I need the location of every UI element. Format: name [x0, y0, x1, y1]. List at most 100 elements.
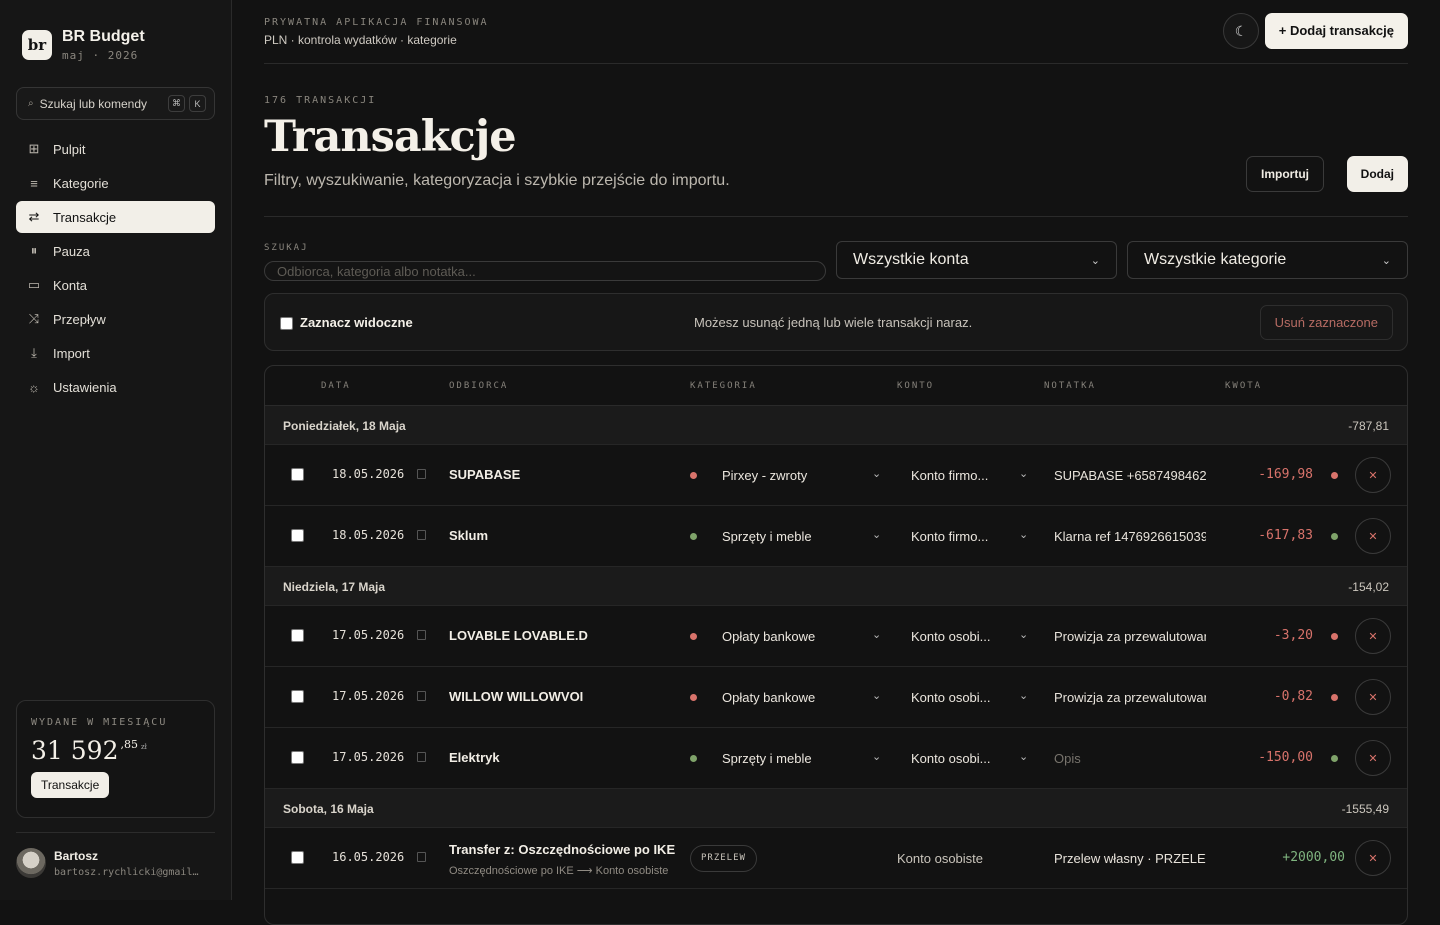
category-filter-select[interactable]: Wszystkie kategorie ⌄ [1127, 241, 1408, 279]
sidebar-item-przepływ[interactable]: ⤨ Przepływ [16, 303, 215, 335]
chevron-down-icon[interactable]: ⌄ [872, 628, 881, 641]
sidebar-item-ustawienia[interactable]: ☼ Ustawienia [16, 371, 215, 403]
command-search-label: Szukaj lub komendy [39, 96, 147, 111]
row-date[interactable]: 18.05.2026 [332, 467, 404, 481]
select-visible-label[interactable]: Zaznacz widoczne [300, 315, 413, 330]
main-content: PRYWATNA APLIKACJA FINANSOWA PLN · kontr… [264, 0, 1408, 925]
row-checkbox[interactable] [291, 529, 304, 542]
row-account-select[interactable]: Konto firmo... [911, 529, 988, 544]
close-icon: ✕ [1368, 469, 1378, 482]
sidebar-item-pauza[interactable]: ⏸ Pauza [16, 235, 215, 267]
row-note-input[interactable]: Klarna ref 1476926615039 [1054, 529, 1206, 544]
row-checkbox[interactable] [291, 629, 304, 642]
calendar-icon[interactable] [417, 852, 426, 862]
sidebar-nav: ⊞ Pulpit ≡ Kategorie ⇄ Transakcje ⏸ Pauza ▭ Konta… [16, 133, 215, 405]
grid-icon: ⊞ [28, 141, 40, 156]
close-icon: ✕ [1368, 752, 1378, 765]
spent-amount-dec: ,85 [120, 738, 138, 751]
account-filter-select[interactable]: Wszystkie konta ⌄ [836, 241, 1117, 279]
import-button[interactable]: Importuj [1246, 156, 1324, 192]
search-input[interactable] [264, 261, 826, 281]
date-group-header: Poniedziałek, 18 Maja -787,81 [265, 406, 1407, 445]
row-account-select[interactable]: Konto osobi... [911, 629, 991, 644]
row-account-select[interactable]: Konto osobi... [911, 751, 991, 766]
select-visible-checkbox[interactable] [280, 317, 293, 330]
row-payee: Sklum [449, 528, 489, 543]
delete-row-button[interactable]: ✕ [1355, 618, 1391, 654]
chevron-down-icon[interactable]: ⌄ [1019, 689, 1028, 702]
delete-row-button[interactable]: ✕ [1355, 679, 1391, 715]
row-payee: Elektryk [449, 750, 500, 765]
row-account-select[interactable]: Konto firmo... [911, 468, 988, 483]
theme-toggle-button[interactable]: ☾ [1223, 13, 1259, 49]
calendar-icon[interactable] [417, 530, 426, 540]
row-note-input[interactable]: Prowizja za przewalutowanie [1054, 690, 1206, 705]
row-date[interactable]: 18.05.2026 [332, 528, 404, 542]
account-filter-value: Wszystkie konta [853, 251, 969, 268]
add-transaction-button[interactable]: + Dodaj transakcję [1264, 13, 1408, 49]
row-checkbox[interactable] [291, 468, 304, 481]
sidebar-item-konta[interactable]: ▭ Konta [16, 269, 215, 301]
row-checkbox[interactable] [291, 690, 304, 703]
table-row: 17.05.2026 LOVABLE LOVABLE.D Opłaty bankow… [265, 606, 1407, 667]
row-note-input[interactable]: Opis [1054, 751, 1206, 766]
row-amount: -150,00 [1258, 750, 1313, 765]
card-icon: ▭ [27, 277, 41, 292]
row-note-input[interactable]: Przelew własny · PRZELEW [1054, 851, 1206, 866]
row-date[interactable]: 16.05.2026 [332, 850, 404, 864]
row-category-select[interactable]: Sprzęty i meble [722, 751, 812, 766]
bulk-actions-bar: Zaznacz widoczne Możesz usunąć jedną lub… [264, 293, 1408, 351]
sidebar-item-kategorie[interactable]: ≡ Kategorie [16, 167, 215, 199]
row-amount: -0,82 [1273, 689, 1313, 704]
group-sum: -1555,49 [1341, 802, 1389, 816]
row-category-select[interactable]: Sprzęty i meble [722, 529, 812, 544]
row-date[interactable]: 17.05.2026 [332, 750, 404, 764]
moon-icon: ☾ [1234, 22, 1248, 39]
row-note-input[interactable]: SUPABASE +6587498462 [1054, 468, 1206, 483]
category-filter-value: Wszystkie kategorie [1144, 251, 1287, 268]
row-category-select[interactable]: Pirxey - zwroty [722, 468, 807, 483]
chevron-down-icon[interactable]: ⌄ [1019, 750, 1028, 763]
chevron-down-icon[interactable]: ⌄ [1019, 628, 1028, 641]
user-profile[interactable]: Bartosz bartosz.rychlicki@gmail… [16, 848, 214, 878]
sidebar-item-transakcje[interactable]: ⇄ Transakcje [16, 201, 215, 233]
chevron-down-icon[interactable]: ⌄ [1019, 528, 1028, 541]
command-search[interactable]: ⌕ Szukaj lub komendy ⌘ K [16, 87, 215, 120]
sidebar-item-label: Ustawienia [53, 379, 117, 395]
row-payee: SUPABASE [449, 467, 521, 482]
chevron-down-icon[interactable]: ⌄ [872, 467, 881, 480]
row-date[interactable]: 17.05.2026 [332, 689, 404, 703]
page-title: Transakcje [264, 112, 517, 162]
row-note-input[interactable]: Prowizja za przewalutowanie [1054, 629, 1206, 644]
calendar-icon[interactable] [417, 752, 426, 762]
spent-transactions-button[interactable]: Transakcje [31, 772, 110, 798]
delete-row-button[interactable]: ✕ [1355, 518, 1391, 554]
row-checkbox[interactable] [291, 851, 304, 864]
row-checkbox[interactable] [291, 751, 304, 764]
calendar-icon[interactable] [417, 630, 426, 640]
delete-selected-button[interactable]: Usuń zaznaczone [1259, 305, 1393, 340]
add-button[interactable]: Dodaj [1346, 156, 1408, 192]
page-subtitle: Filtry, wyszukiwanie, kategoryzacja i sz… [264, 172, 730, 189]
row-payee: WILLOW WILLOWVOI [449, 689, 584, 704]
transfer-tag: PRZELEW [690, 845, 757, 872]
group-sum: -787,81 [1348, 419, 1389, 433]
chevron-down-icon[interactable]: ⌄ [872, 528, 881, 541]
calendar-icon[interactable] [417, 691, 426, 701]
row-category-select[interactable]: Opłaty bankowe [722, 690, 815, 705]
chevron-down-icon[interactable]: ⌄ [1019, 467, 1028, 480]
row-category-select[interactable]: Opłaty bankowe [722, 629, 815, 644]
calendar-icon[interactable] [417, 469, 426, 479]
delete-row-button[interactable]: ✕ [1355, 740, 1391, 776]
chevron-down-icon[interactable]: ⌄ [872, 689, 881, 702]
bulk-hint: Możesz usunąć jedną lub wiele transakcji… [694, 315, 973, 330]
delete-row-button[interactable]: ✕ [1355, 457, 1391, 493]
delete-row-button[interactable]: ✕ [1355, 840, 1391, 876]
row-account-select[interactable]: Konto osobi... [911, 690, 991, 705]
group-date: Sobota, 16 Maja [283, 802, 374, 816]
brand[interactable]: br BR Budget maj · 2026 [22, 28, 145, 62]
row-date[interactable]: 17.05.2026 [332, 628, 404, 642]
chevron-down-icon[interactable]: ⌄ [872, 750, 881, 763]
sidebar-item-pulpit[interactable]: ⊞ Pulpit [16, 133, 215, 165]
sidebar-item-import[interactable]: ⤓ Import [16, 337, 215, 369]
